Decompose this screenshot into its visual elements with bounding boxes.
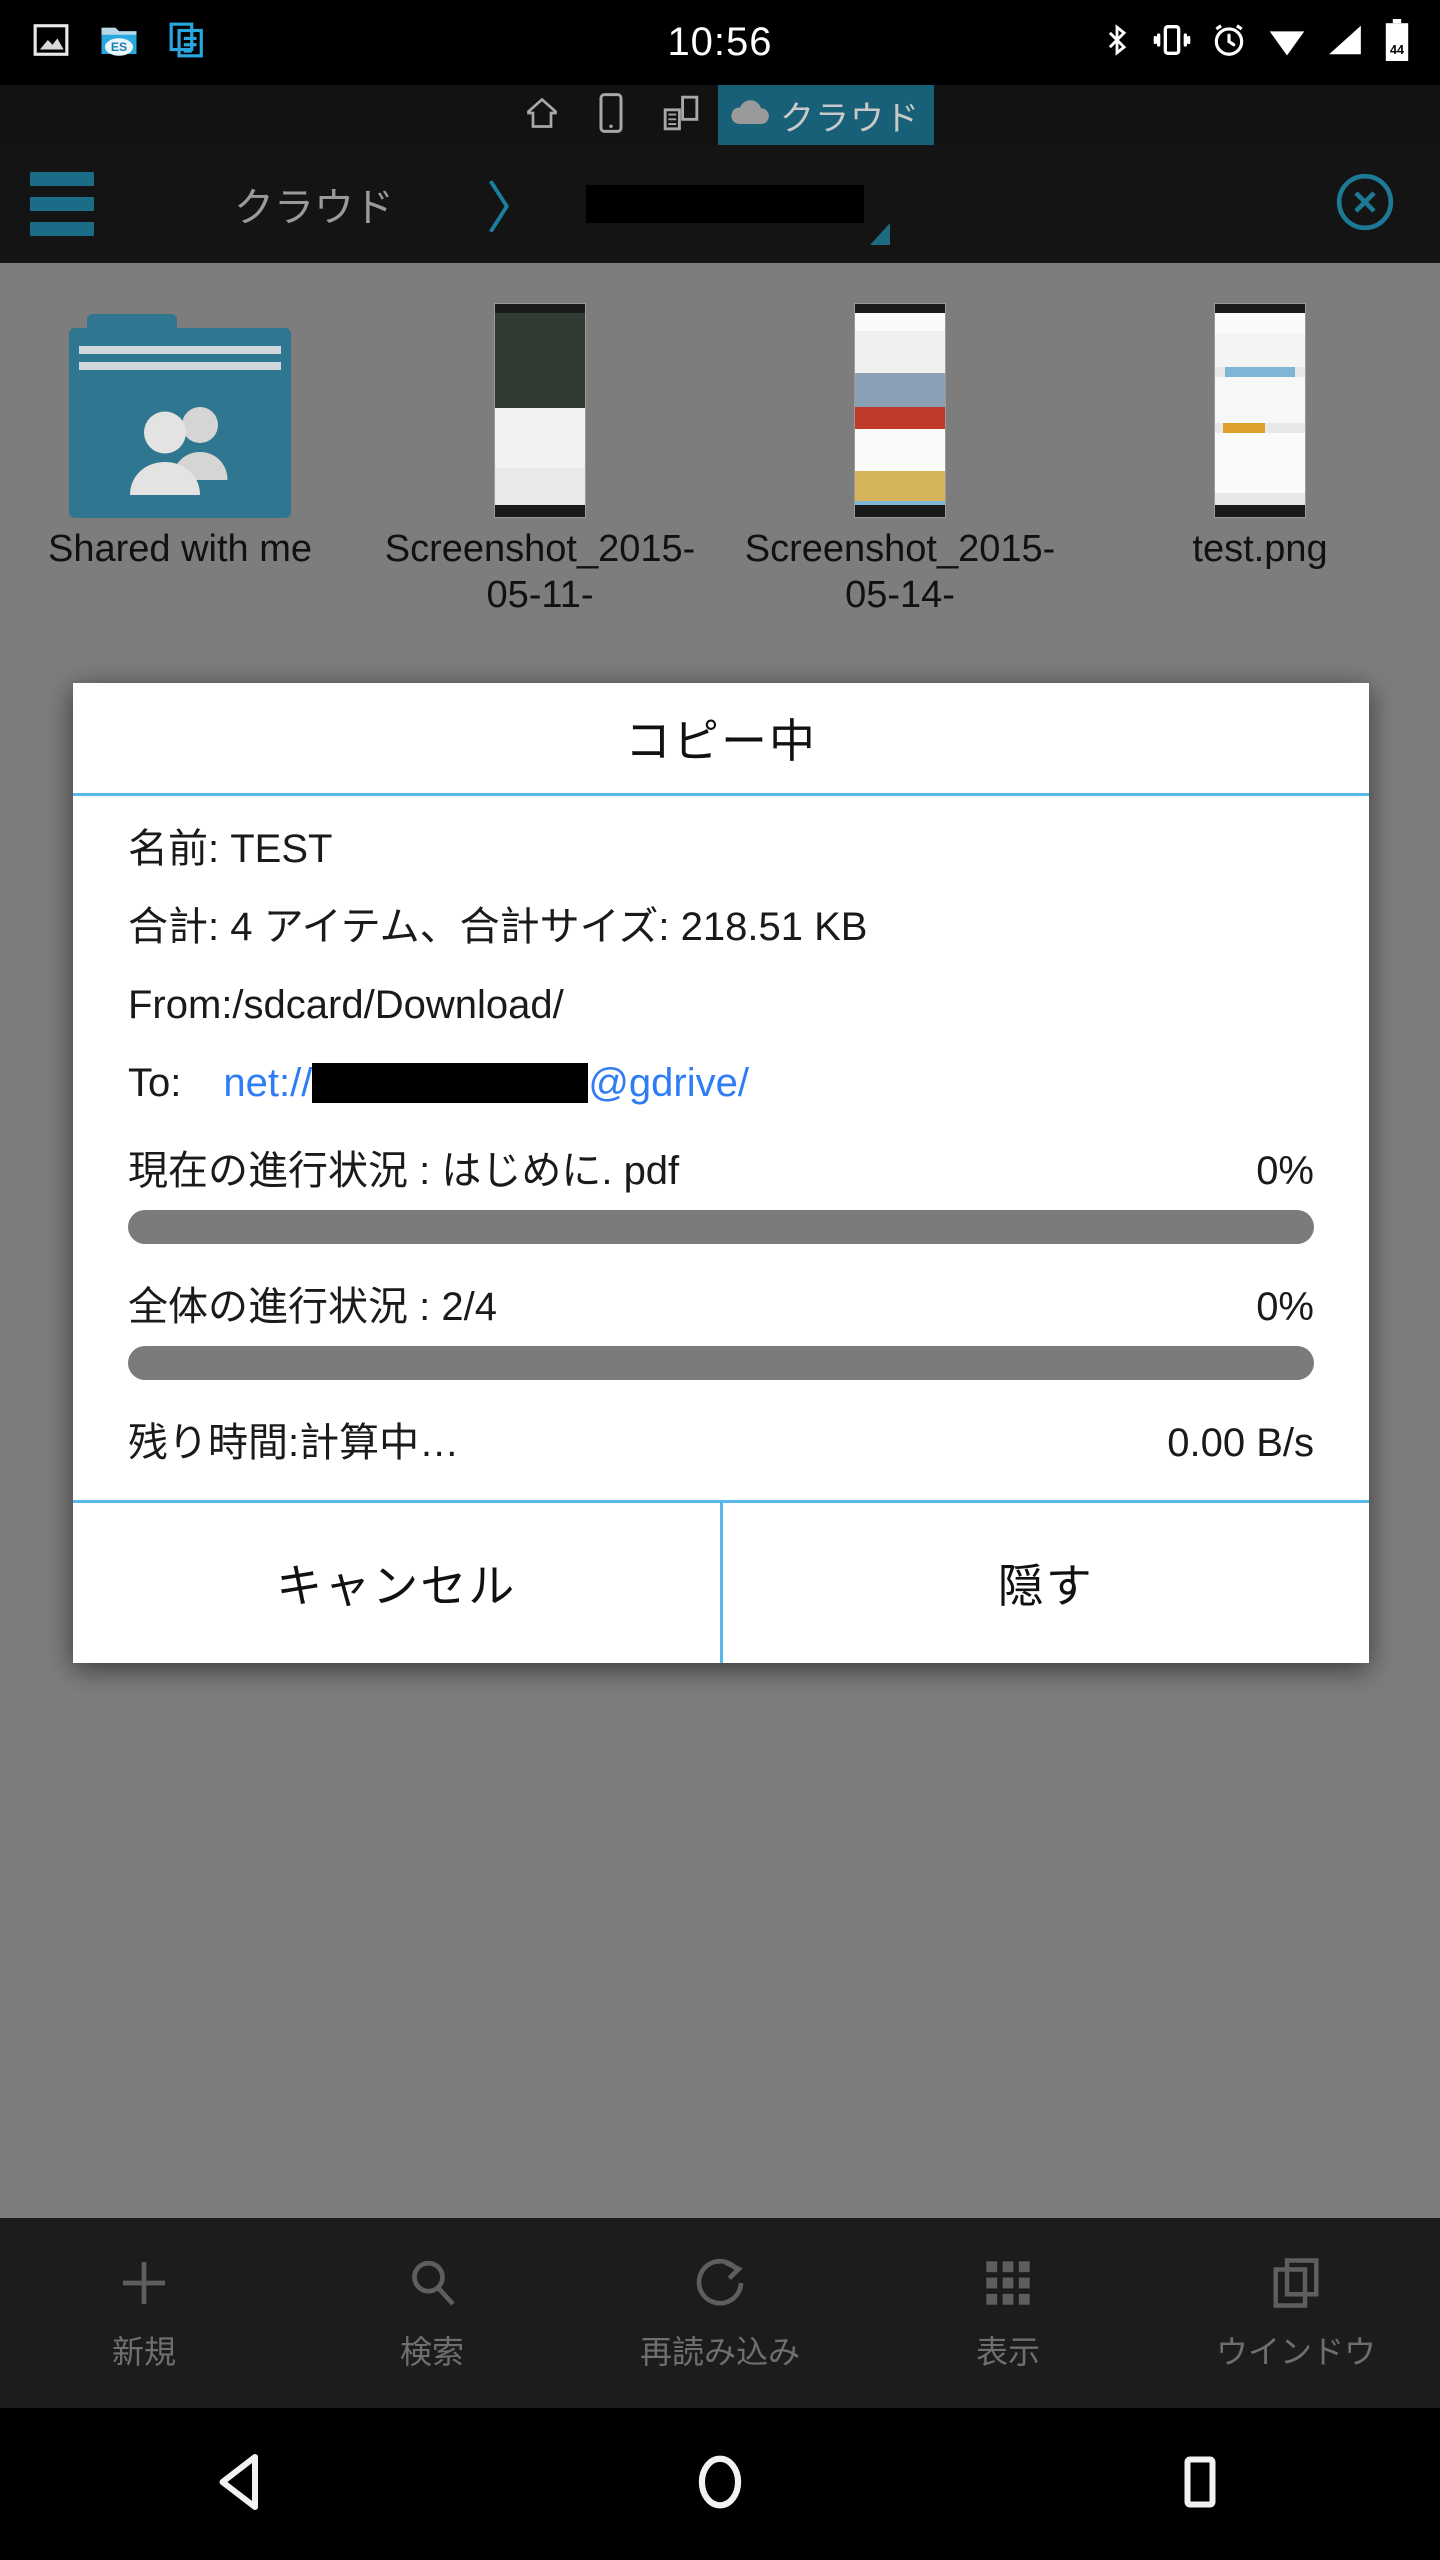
tab-home[interactable] (506, 85, 578, 145)
breadcrumb-cloud[interactable]: クラウド (234, 175, 394, 233)
toolbar-label-window: ウインドウ (1215, 2334, 1376, 2370)
toolbar-label-view: 表示 (975, 2334, 1040, 2370)
toolbar-item-new[interactable]: 新規 (0, 2253, 288, 2373)
dialog-from-row: From:/sdcard/Download/ (128, 983, 564, 1027)
windows-icon (1269, 2253, 1323, 2313)
hide-button[interactable]: 隠す (719, 1503, 1369, 1663)
breadcrumb-separator-icon: 〉 (486, 176, 542, 240)
hamburger-menu-icon[interactable] (30, 172, 94, 236)
phone-icon (596, 92, 626, 138)
screenshot-thumbnail (1214, 303, 1306, 518)
plus-icon (116, 2253, 172, 2313)
tab-cloud[interactable]: クラウド (718, 85, 934, 145)
cancel-button[interactable]: キャンセル (73, 1503, 720, 1663)
eta-row: 残り時間:計算中… 0.00 B/s (128, 1410, 1314, 1478)
android-navigation-bar (0, 2408, 1440, 2560)
overall-progress-header: 全体の進行状況 : 2/4 0% (128, 1274, 1314, 1332)
shared-folder-icon (69, 314, 291, 518)
file-item[interactable]: Shared with me (0, 303, 360, 572)
toolbar-item-search[interactable]: 検索 (288, 2253, 576, 2373)
file-item-label: Screenshot_2015-05-14- (744, 528, 1056, 617)
dialog-to-prefix: net:// (223, 1061, 313, 1105)
current-progress-bar (128, 1210, 1314, 1244)
breadcrumb-redacted-account[interactable] (586, 185, 864, 223)
triangle-back-icon (213, 2452, 267, 2517)
app-screen: ES 10:56 44 クラウド クラウド 〉 Shared with me S… (0, 0, 1440, 2560)
dialog-to-label: To: (128, 1061, 182, 1105)
refresh-icon (692, 2253, 748, 2313)
file-thumbnail (494, 303, 586, 518)
dialog-title: コピー中 (625, 715, 817, 767)
file-item-label: Shared with me (47, 528, 312, 570)
toolbar-label-refresh: 再読み込み (639, 2334, 800, 2370)
path-breadcrumb-bar: クラウド 〉 (0, 145, 1440, 263)
square-recents-icon (1179, 2452, 1221, 2517)
status-bar: ES 10:56 44 (0, 0, 1440, 85)
toolbar-item-refresh[interactable]: 再読み込み (576, 2253, 864, 2373)
tab-cloud-label: クラウド (780, 99, 920, 138)
recents-button[interactable] (960, 2452, 1440, 2517)
current-progress-header: 現在の進行状況 : はじめに. pdf 0% (128, 1138, 1314, 1196)
file-thumbnail (1214, 303, 1306, 518)
file-item[interactable]: test.png (1080, 303, 1440, 572)
current-progress-label: 現在の進行状況 : はじめに. pdf (128, 1149, 680, 1193)
screenshot-thumbnail (494, 303, 586, 518)
bottom-toolbar: 新規 検索 再読み込み 表示 ウインドウ (0, 2218, 1440, 2408)
toolbar-item-view[interactable]: 表示 (864, 2253, 1152, 2373)
dialog-name-row: 名前: TEST (128, 827, 333, 871)
dialog-to-row: To: net:// @gdrive/ (128, 1060, 1314, 1106)
overall-progress-percent: 0% (1256, 1285, 1314, 1329)
file-item[interactable]: Screenshot_2015-05-14- (720, 303, 1080, 619)
circle-home-icon (692, 2451, 748, 2518)
eta-label: 残り時間:計算中… (128, 1421, 460, 1465)
overall-progress-label: 全体の進行状況 : 2/4 (128, 1285, 497, 1329)
path-corner-marker-icon (870, 223, 890, 245)
dialog-total-row: 合計: 4 アイテム、合計サイズ: 218.51 KB (128, 905, 868, 949)
dialog-to-suffix: @gdrive/ (588, 1061, 749, 1105)
dialog-body: 名前: TEST 合計: 4 アイテム、合計サイズ: 218.51 KB Fro… (73, 796, 1369, 1500)
lan-icon (662, 93, 700, 138)
current-progress-percent: 0% (1256, 1149, 1314, 1193)
dialog-actions: キャンセル 隠す (73, 1500, 1369, 1663)
file-item[interactable]: Screenshot_2015-05-11- (360, 303, 720, 619)
file-item-label: Screenshot_2015-05-11- (384, 528, 696, 617)
copy-progress-dialog: コピー中 名前: TEST 合計: 4 アイテム、合計サイズ: 218.51 K… (73, 683, 1369, 1663)
search-icon (404, 2253, 460, 2313)
file-item-label: test.png (1192, 528, 1328, 570)
file-thumbnail (69, 303, 291, 518)
file-thumbnail (854, 303, 946, 518)
overall-progress-bar (128, 1346, 1314, 1380)
grid-icon (982, 2253, 1034, 2313)
home-button[interactable] (480, 2451, 960, 2518)
transfer-speed: 0.00 B/s (1167, 1421, 1314, 1465)
location-tab-bar[interactable]: クラウド (0, 85, 1440, 145)
home-icon (524, 95, 560, 136)
toolbar-label-search: 検索 (399, 2334, 464, 2370)
screenshot-thumbnail (854, 303, 946, 518)
close-circle-icon[interactable] (1334, 171, 1396, 238)
tab-device[interactable] (578, 85, 644, 145)
toolbar-label-new: 新規 (111, 2334, 176, 2370)
dialog-to-redacted-account (312, 1063, 589, 1103)
cloud-icon (728, 98, 772, 133)
toolbar-item-window[interactable]: ウインドウ (1152, 2253, 1440, 2373)
back-button[interactable] (0, 2452, 480, 2517)
status-bar-clock: 10:56 (667, 20, 773, 64)
tab-network[interactable] (644, 85, 718, 145)
